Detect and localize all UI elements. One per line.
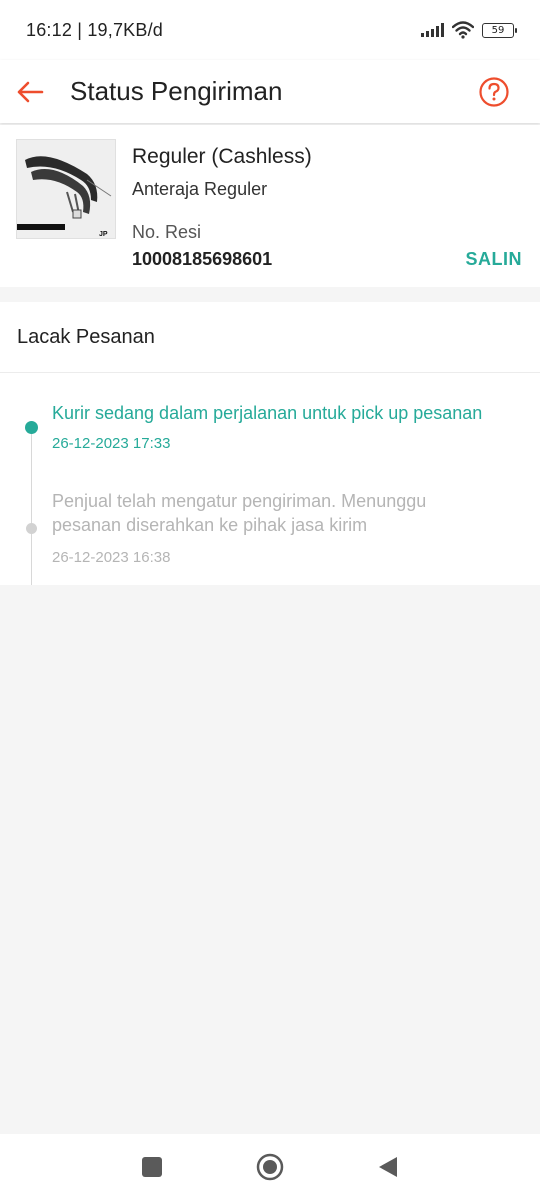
back-button[interactable]: [0, 60, 70, 123]
battery-icon: 59: [482, 22, 517, 38]
tracking-event-time: 26-12-2023 17:33: [52, 435, 171, 452]
tracking-event-description: Penjual telah mengatur pengiriman. Menun…: [52, 491, 427, 535]
recent-apps-button[interactable]: [93, 1134, 211, 1200]
shipping-service-name: Reguler (Cashless): [132, 145, 312, 168]
tracking-section: Lacak Pesanan Kurir sedang dalam perjala…: [0, 302, 540, 585]
signal-icon: [421, 23, 444, 37]
page-title: Status Pengiriman: [70, 76, 283, 106]
tracking-event-time: 26-12-2023 16:38: [52, 549, 171, 566]
question-circle-icon: [479, 76, 509, 107]
timeline-dot-active: [25, 421, 38, 434]
courier-name: Anteraja Reguler: [132, 179, 268, 199]
triangle-back-icon: [379, 1157, 397, 1177]
tracking-event-description: Kurir sedang dalam perjalanan untuk pick…: [52, 403, 483, 423]
tracking-header: Lacak Pesanan: [0, 302, 540, 373]
system-nav-bar: [0, 1134, 540, 1200]
tracking-number-label: No. Resi: [132, 222, 202, 242]
svg-text:JP: JP: [99, 231, 108, 238]
status-time-speed: 16:12 | 19,7KB/d: [26, 19, 163, 40]
arrow-left-icon: [17, 81, 44, 102]
circle-home-icon: [256, 1153, 284, 1181]
product-image[interactable]: JP: [16, 139, 116, 239]
home-button[interactable]: [211, 1134, 329, 1200]
copy-tracking-button[interactable]: SALIN: [466, 249, 523, 270]
square-icon: [142, 1157, 162, 1177]
help-button[interactable]: [464, 60, 524, 123]
status-icons: 59: [421, 21, 517, 39]
timeline-dot-inactive: [26, 523, 37, 534]
timeline-line: [31, 427, 32, 585]
system-back-button[interactable]: [329, 1134, 447, 1200]
app-bar: Status Pengiriman: [0, 60, 540, 123]
tracking-number: 10008185698601: [132, 249, 273, 269]
shipment-card: JP Reguler (Cashless) Anteraja Reguler N…: [0, 125, 540, 287]
fender-product-image: JP: [17, 140, 115, 238]
tracking-timeline: Kurir sedang dalam perjalanan untuk pick…: [0, 373, 540, 585]
status-bar: 16:12 | 19,7KB/d 59: [0, 0, 540, 60]
battery-level: 59: [491, 24, 505, 36]
wifi-icon: [452, 21, 474, 39]
